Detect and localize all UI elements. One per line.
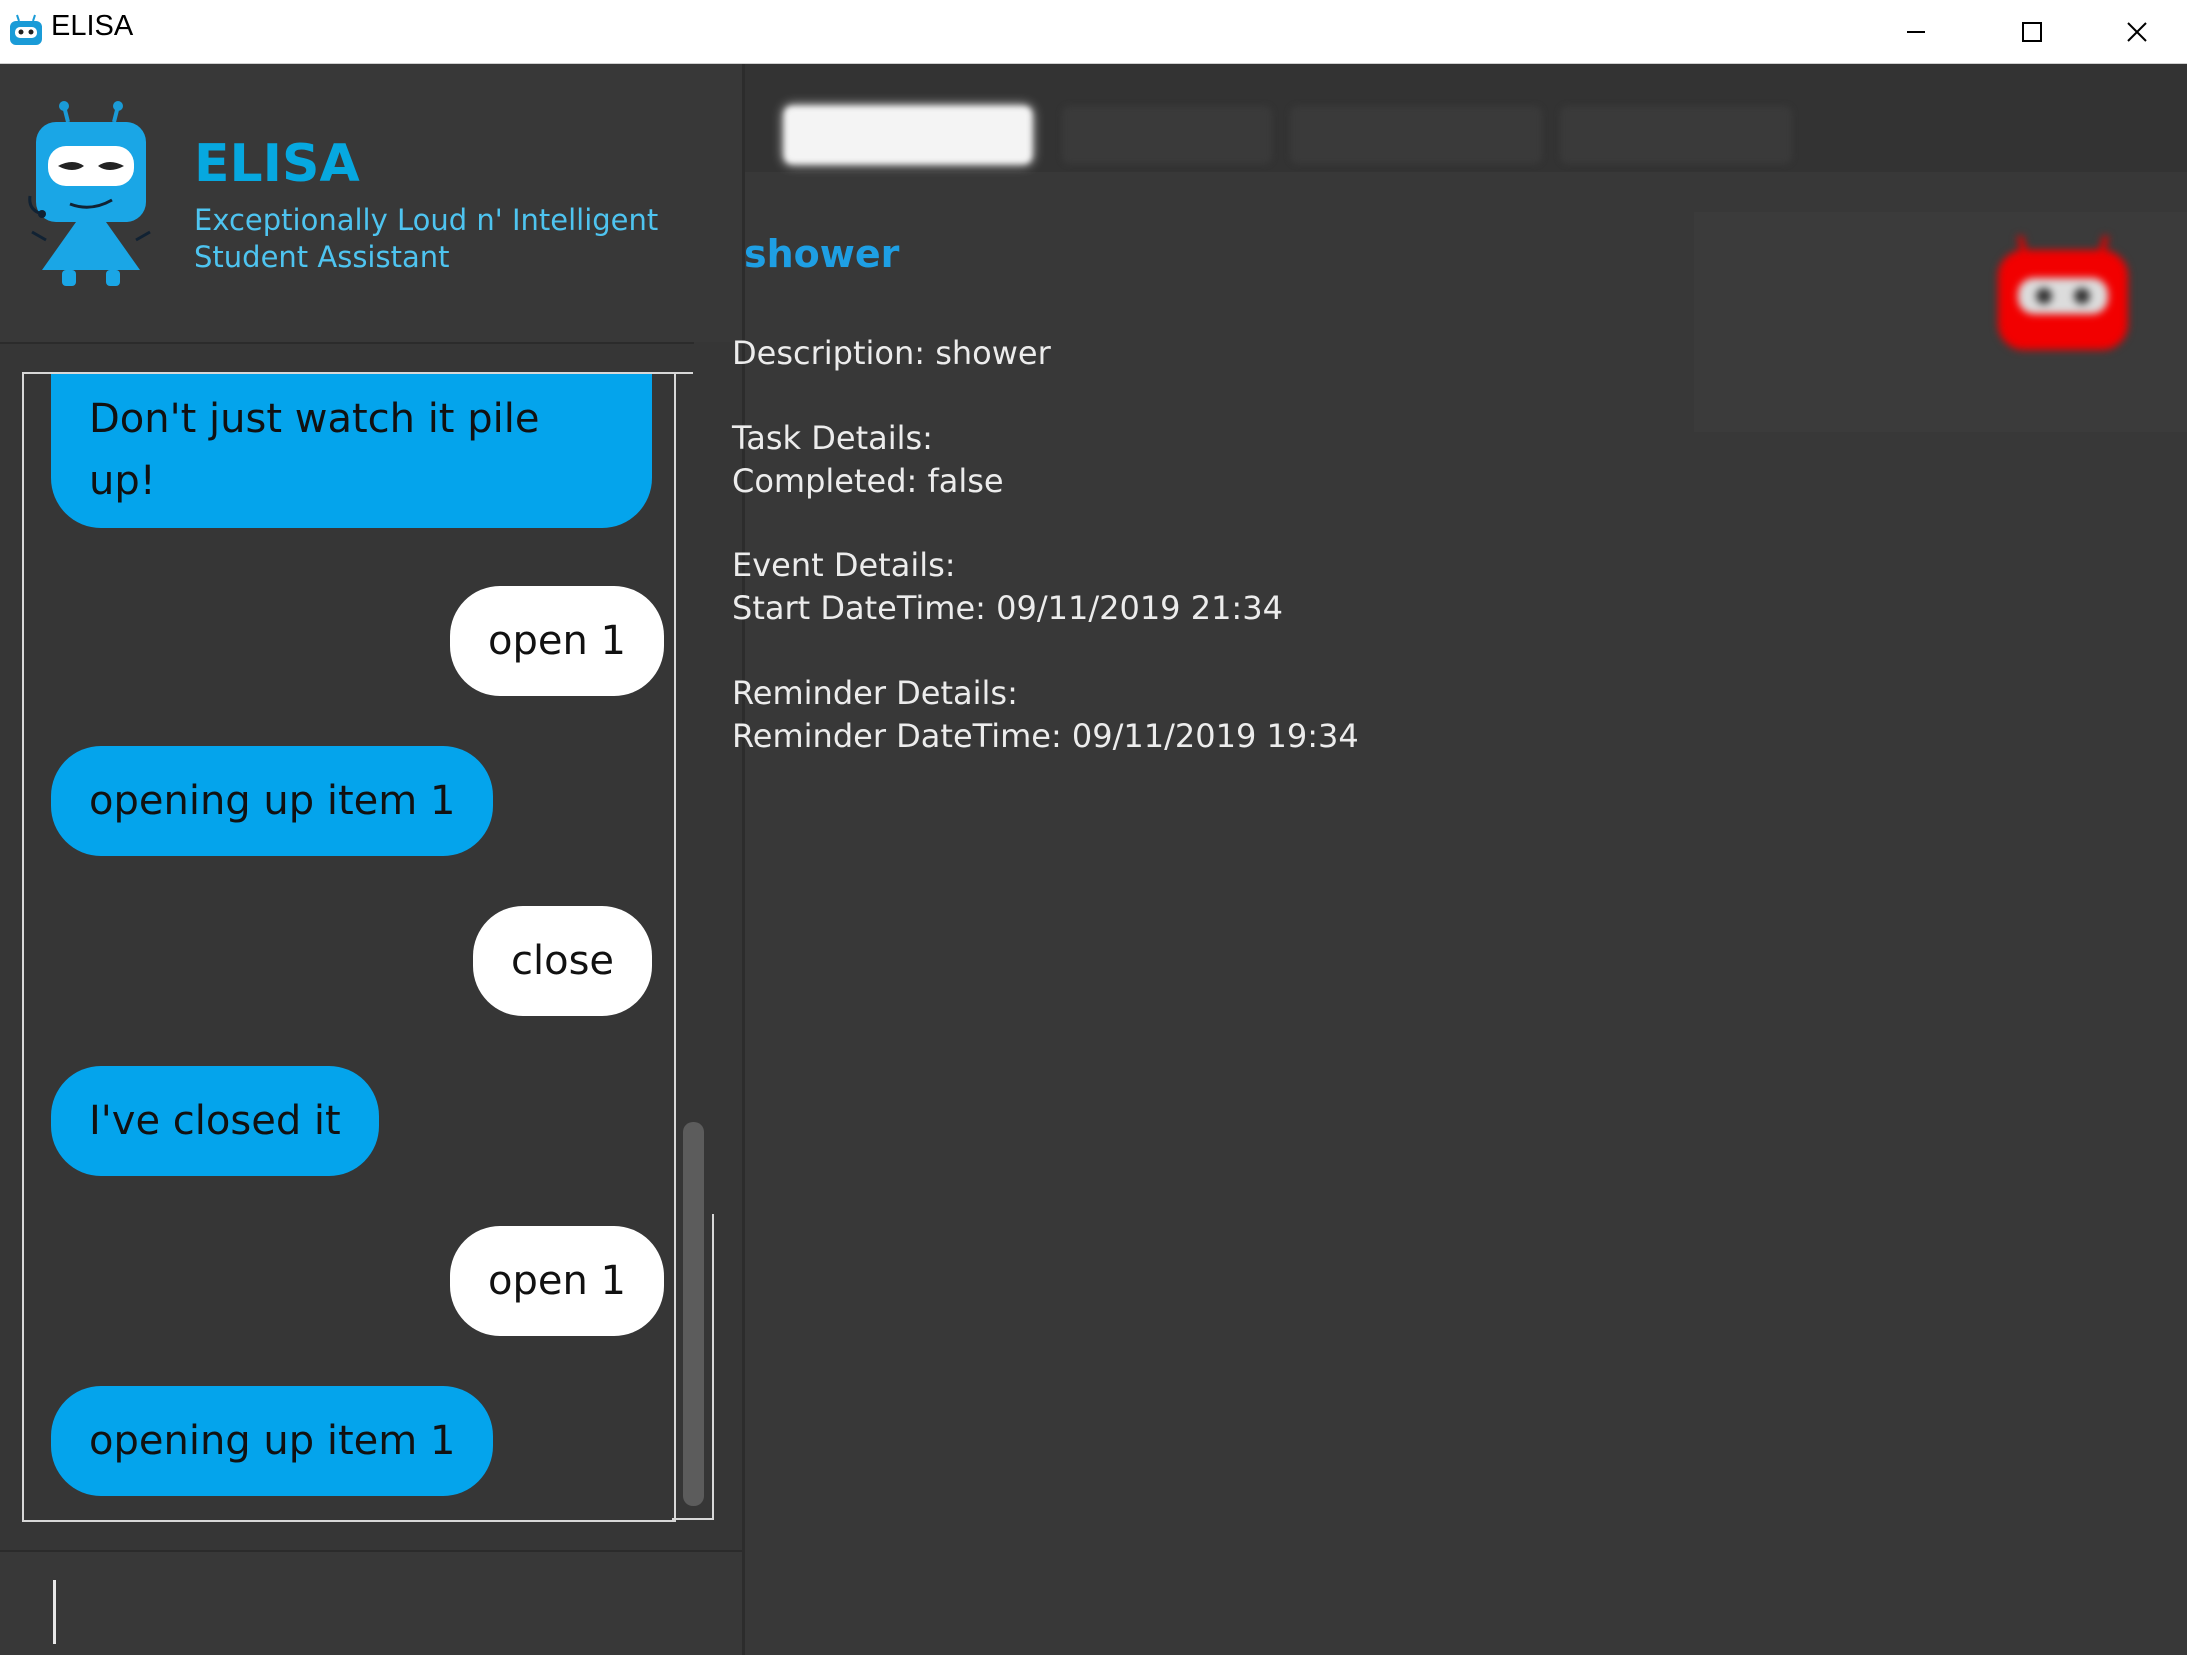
close-button[interactable]: [2087, 0, 2187, 63]
chat-frame-edge: [712, 1214, 714, 1520]
detail-reminder-header: Reminder Details:: [732, 674, 1018, 712]
window-title-bar: ELISA: [0, 0, 2187, 64]
tab-task[interactable]: [784, 106, 1032, 164]
elisa-message-bubble: opening up item 1: [51, 1386, 494, 1496]
elisa-robot-logo: [28, 101, 151, 286]
window-title: ELISA: [51, 10, 134, 42]
detail-event-header: Event Details:: [732, 546, 956, 584]
chat-frame-edge: [672, 372, 693, 374]
maximize-icon: [2022, 21, 2042, 42]
app-subtitle: Exceptionally Loud n' Intelligent Studen…: [194, 202, 664, 276]
elisa-message-bubble: opening up item 1: [51, 746, 494, 856]
detail-event-start: Start DateTime: 09/11/2019 21:34: [732, 589, 1283, 627]
minimize-button[interactable]: [1858, 0, 1974, 63]
detail-reminder-datetime: Reminder DateTime: 09/11/2019 19:34: [732, 717, 1359, 755]
detail-task-header: Task Details:: [732, 419, 933, 457]
user-message-bubble: open 1: [450, 1226, 664, 1336]
app-name: ELISA: [194, 134, 360, 194]
elisa-message-bubble: I've closed it: [51, 1066, 379, 1176]
panel-divider: [742, 64, 745, 1655]
user-message-bubble: open 1: [450, 586, 664, 696]
elisa-message-bubble: Don't just watch it pile up!: [51, 374, 652, 528]
text-caret: [53, 1580, 56, 1644]
chat-dialog[interactable]: Don't just watch it pile up! open 1 open…: [22, 372, 676, 1522]
red-robot-icon: [1998, 235, 2128, 350]
chat-frame-edge: [672, 1518, 714, 1520]
command-input[interactable]: [0, 1552, 742, 1655]
close-icon: [2127, 21, 2147, 42]
tab-event[interactable]: [1062, 106, 1272, 164]
robot-icon: [10, 14, 42, 45]
app-subtitle-line2: Student Assistant: [194, 240, 450, 274]
app-subtitle-line1: Exceptionally Loud n' Intelligent: [194, 203, 659, 237]
app-header: ELISA Exceptionally Loud n' Intelligent …: [0, 64, 742, 342]
detail-task-completed: Completed: false: [732, 462, 1004, 500]
header-divider: [0, 342, 694, 344]
user-message-bubble: close: [473, 906, 653, 1016]
chat-scrollbar[interactable]: [683, 1122, 704, 1506]
detail-description: Description: shower: [732, 334, 1051, 372]
maximize-button[interactable]: [1974, 0, 2090, 63]
minimize-icon: [1907, 30, 1925, 33]
detail-title: shower: [744, 232, 900, 276]
tab-calendar[interactable]: [1560, 106, 1792, 164]
tab-reminder[interactable]: [1290, 106, 1542, 164]
